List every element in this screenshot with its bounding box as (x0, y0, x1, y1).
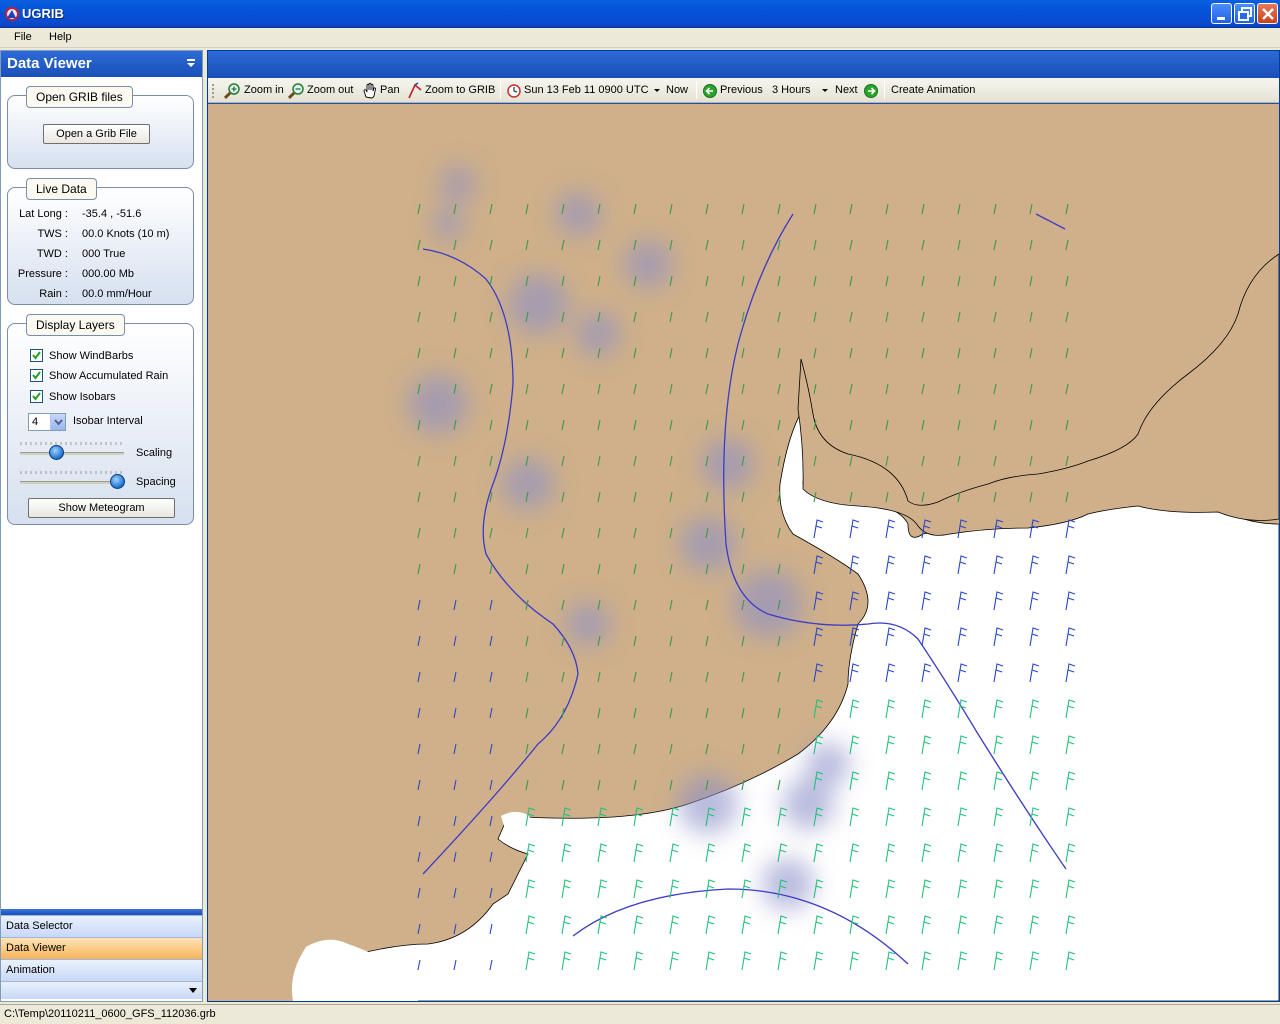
toolbar-separator (696, 81, 697, 99)
toolbar-separator (500, 81, 501, 99)
window-title: UGRIB (22, 6, 64, 21)
display-layers-group: Display Layers Show WindBarbs Show Accum… (7, 314, 194, 525)
zoom-out-button[interactable]: Zoom out (307, 84, 353, 96)
arrow-right-icon[interactable] (863, 82, 879, 100)
map-toolbar: Zoom in Zoom out Pan Zoom to GRIB Sun 13… (208, 78, 1279, 103)
spacing-label: Spacing (136, 476, 176, 488)
spacing-slider-thumb[interactable] (110, 474, 126, 489)
panel-header: Data Viewer (1, 51, 202, 77)
show-accumulated-rain-label[interactable]: Show Accumulated Rain (49, 370, 168, 382)
arrow-left-icon[interactable] (702, 82, 718, 100)
live-data-group-title: Live Data (26, 178, 97, 200)
next-button[interactable]: Next (835, 84, 858, 96)
pan-hand-icon[interactable] (362, 82, 378, 100)
spacing-ticks (20, 471, 122, 474)
tab-data-viewer[interactable]: Data Viewer (1, 937, 202, 959)
isobar-interval-label: Isobar Interval (73, 415, 143, 427)
minimize-icon (1217, 17, 1225, 20)
grib-map[interactable] (208, 104, 1279, 1001)
show-accumulated-rain-checkbox[interactable] (30, 369, 43, 382)
zoom-to-grib-icon[interactable] (407, 82, 423, 100)
nav-overflow[interactable] (1, 981, 202, 999)
previous-button[interactable]: Previous (720, 84, 763, 96)
map-canvas[interactable] (208, 104, 1279, 1001)
panel-menu-icon[interactable] (186, 58, 196, 68)
pan-button[interactable]: Pan (380, 84, 400, 96)
navigation-tabs: Data Selector Data Viewer Animation (1, 909, 202, 999)
check-icon (32, 351, 41, 360)
map-viewer: Zoom in Zoom out Pan Zoom to GRIB Sun 13… (207, 50, 1280, 1002)
show-windbarbs-label[interactable]: Show WindBarbs (49, 350, 133, 362)
scaling-slider-thumb[interactable] (48, 445, 64, 460)
scaling-ticks (20, 442, 122, 445)
restore-button[interactable] (1234, 3, 1255, 24)
toolbar-separator (884, 81, 885, 99)
toolbar-grip (212, 84, 214, 98)
chevron-down-icon[interactable] (50, 414, 65, 430)
scaling-label: Scaling (136, 447, 173, 459)
show-isobars-label[interactable]: Show Isobars (49, 391, 116, 403)
open-grib-group-title: Open GRIB files (26, 86, 133, 108)
status-bar: C:\Temp\20110211_0600_GFS_112036.grb (0, 1004, 1280, 1024)
check-icon (32, 392, 41, 401)
open-grib-group: Open GRIB files Open a Grib File (7, 86, 194, 169)
zoom-in-icon[interactable] (224, 82, 242, 100)
tab-animation[interactable]: Animation (1, 959, 202, 981)
minimize-button[interactable] (1211, 3, 1232, 24)
scaling-slider-track[interactable] (20, 452, 124, 455)
step-dropdown-icon[interactable] (822, 89, 828, 93)
show-meteogram-button[interactable]: Show Meteogram (28, 498, 175, 518)
status-file-path: C:\Temp\20110211_0600_GFS_112036.grb (4, 1008, 216, 1020)
create-animation-button[interactable]: Create Animation (891, 84, 975, 96)
chevron-down-icon[interactable] (189, 988, 197, 994)
menu-file[interactable]: File (14, 31, 32, 43)
panel-title: Data Viewer (7, 55, 92, 72)
zoom-out-icon[interactable] (288, 82, 306, 100)
zoom-in-button[interactable]: Zoom in (244, 84, 284, 96)
open-grib-file-button[interactable]: Open a Grib File (43, 124, 150, 144)
left-panel: Data Viewer Open GRIB files Open a Grib … (0, 50, 203, 1002)
step-interval-select[interactable]: 3 Hours (772, 84, 811, 96)
live-data-group: Live Data Lat Long : -35.4 , -51.6 TWS :… (7, 178, 194, 305)
viewer-header (208, 51, 1279, 77)
tab-data-selector[interactable]: Data Selector (1, 915, 202, 937)
spacing-slider-track[interactable] (20, 481, 124, 484)
display-layers-group-title: Display Layers (26, 314, 125, 336)
now-button[interactable]: Now (666, 84, 688, 96)
menu-bar: File Help (0, 28, 1280, 48)
zoom-to-grib-button[interactable]: Zoom to GRIB (425, 84, 495, 96)
close-icon (1262, 8, 1274, 20)
title-bar: UGRIB (0, 0, 1280, 28)
menu-help[interactable]: Help (49, 31, 72, 43)
datetime-dropdown-icon[interactable] (654, 89, 660, 93)
show-isobars-checkbox[interactable] (30, 390, 43, 403)
clock-icon (507, 84, 521, 98)
show-windbarbs-checkbox[interactable] (30, 349, 43, 362)
restore-icon (1238, 7, 1252, 21)
check-icon (32, 371, 41, 380)
datetime-display: Sun 13 Feb 11 0900 UTC (524, 84, 649, 96)
close-button[interactable] (1257, 3, 1278, 24)
isobar-interval-select[interactable]: 4 (28, 413, 66, 431)
ugrib-app-icon (5, 7, 19, 21)
